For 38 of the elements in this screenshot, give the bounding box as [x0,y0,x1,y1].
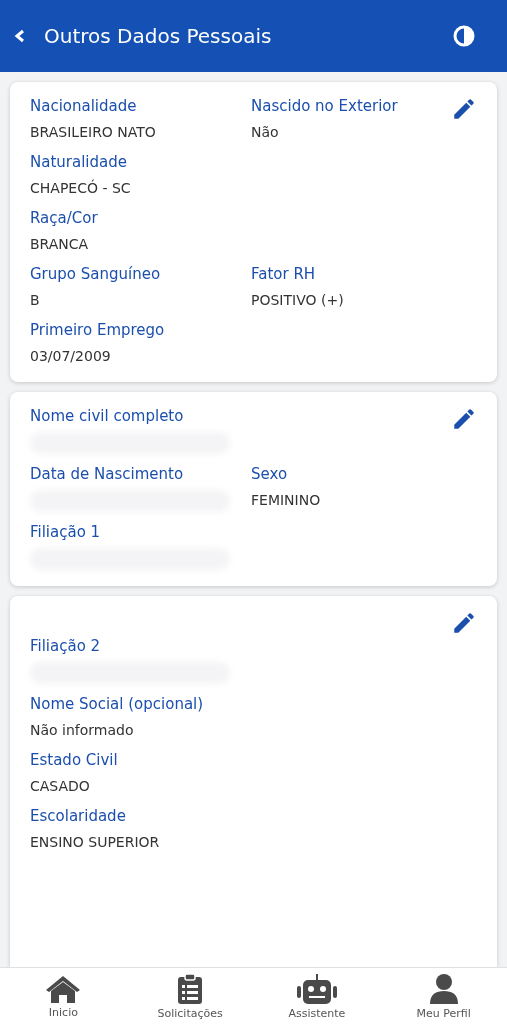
field-value: ENSINO SUPERIOR [30,833,161,852]
field-value: 03/07/2009 [30,347,112,366]
field-label: Fator RH [251,264,317,284]
person-icon [427,972,460,1005]
field-label: Nascido no Exterior [251,96,399,116]
field-value: FEMININO [251,491,322,510]
edit-button[interactable] [451,406,477,432]
field-label: Sexo [251,464,289,484]
contrast-button[interactable] [453,25,475,47]
field-label: Nacionalidade [30,96,138,116]
field-value: CASADO [30,777,91,796]
field-label: Filiação 2 [30,636,102,656]
page-title: Outros Dados Pessoais [44,24,273,48]
field-value: POSITIVO (+) [251,291,345,310]
field-label: Naturalidade [30,152,128,172]
edit-button[interactable] [451,96,477,122]
field-value: BRASILEIRO NATO [30,123,157,142]
nav-tab[interactable]: Meu Perfil [380,968,507,1024]
field-label: Escolaridade [30,806,127,826]
edit-button[interactable] [451,610,477,636]
clipboard-list-icon [177,972,204,1005]
field-label: Nome civil completo [30,406,185,426]
nav-tab[interactable]: Solicitações [126,968,254,1024]
field-value: CHAPECÓ - SC [30,178,132,198]
field-value: B [30,291,41,310]
field-label: Raça/Cor [30,208,99,228]
nav-tab[interactable]: Assistente [253,968,381,1024]
field-label: Nome Social (opcional) [30,694,205,714]
field-value: Não informado [30,721,135,740]
field-value: BRANCA [30,235,90,254]
field-value: Não [251,123,280,142]
field-label: Primeiro Emprego [30,320,166,340]
robot-icon [294,972,339,1005]
field-label: Estado Civil [30,750,119,770]
field-label: Filiação 1 [30,522,102,542]
nav-tab[interactable]: Inicio [0,968,127,1024]
field-label: Grupo Sanguíneo [30,264,162,284]
field-label: Data de Nascimento [30,464,185,484]
